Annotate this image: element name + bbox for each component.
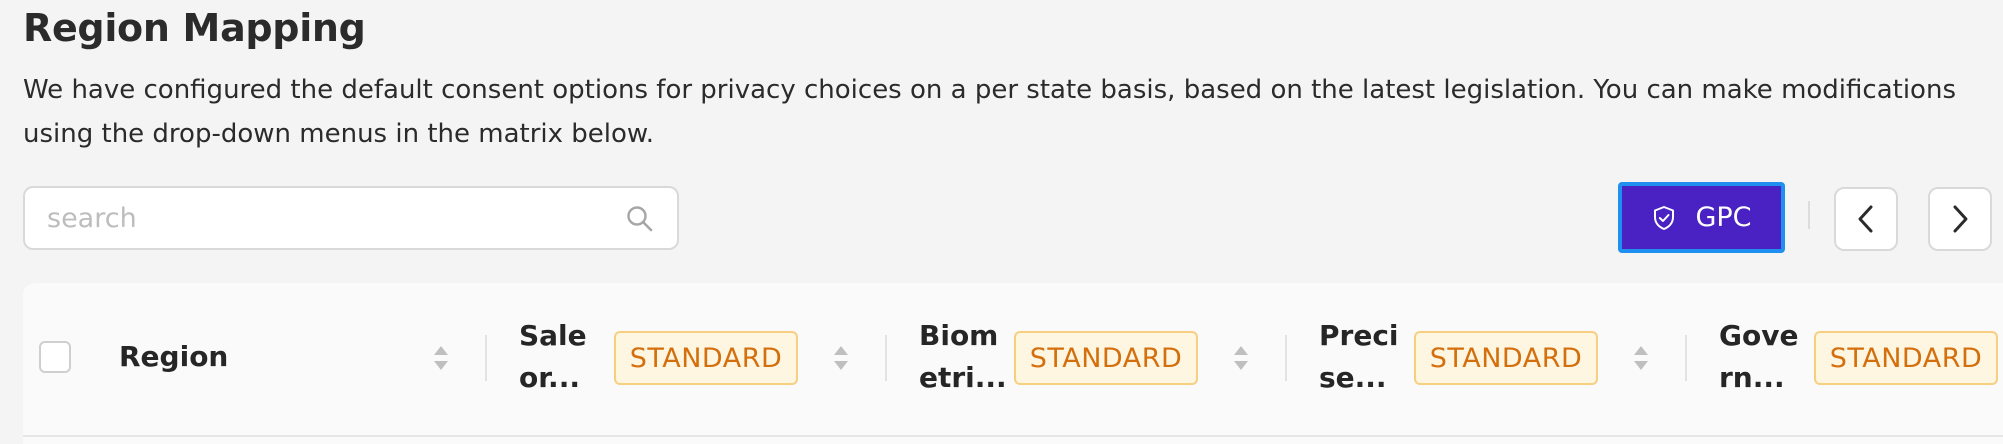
column-header-sale: Sale or... [519, 319, 587, 394]
column-separator [1285, 335, 1287, 381]
status-badge[interactable]: STANDARD [1414, 331, 1598, 385]
column-header-region: Region [119, 340, 229, 373]
shield-check-icon [1654, 205, 1675, 230]
column-separator [1685, 335, 1687, 381]
table-header-divider [23, 435, 2003, 437]
column-header-precise: Preci se... [1319, 319, 1399, 394]
status-badge[interactable]: STANDARD [614, 331, 798, 385]
column-header-biometric: Biom etri... [919, 319, 1007, 394]
gpc-button[interactable]: GPC [1618, 182, 1785, 253]
region-matrix-table: Region Sale or... STANDARD Biom etri... … [23, 283, 2003, 444]
status-badge[interactable]: STANDARD [1014, 331, 1198, 385]
chevron-right-icon [1953, 205, 1968, 233]
select-all-checkbox[interactable] [39, 341, 71, 373]
column-separator [885, 335, 887, 381]
chevron-left-icon [1858, 205, 1873, 233]
next-page-button[interactable] [1928, 187, 1992, 251]
page-title: Region Mapping [23, 6, 366, 50]
search-icon[interactable] [625, 204, 655, 234]
column-separator [485, 335, 487, 381]
sort-icon[interactable] [432, 343, 450, 373]
status-badge[interactable]: STANDARD [1814, 331, 1998, 385]
sort-icon[interactable] [1632, 343, 1650, 373]
toolbar-divider [1808, 201, 1810, 229]
sort-icon[interactable] [1232, 343, 1250, 373]
column-header-government: Gove rn... [1719, 319, 1799, 394]
search-input[interactable] [47, 198, 617, 238]
gpc-label: GPC [1695, 202, 1752, 233]
search-field[interactable] [23, 186, 679, 250]
previous-page-button[interactable] [1834, 187, 1898, 251]
sort-icon[interactable] [832, 343, 850, 373]
page-description: We have configured the default consent o… [23, 75, 1956, 149]
